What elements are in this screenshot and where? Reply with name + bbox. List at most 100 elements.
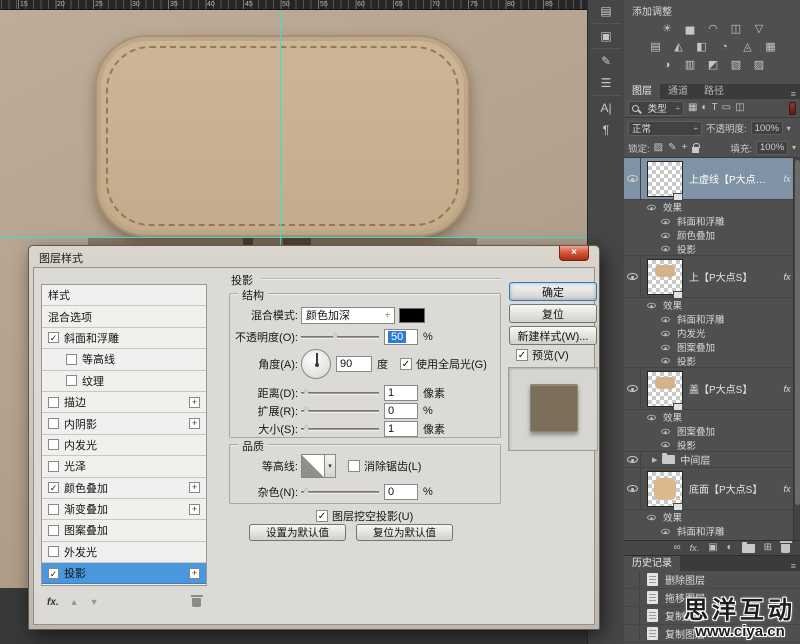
add-instance-icon[interactable]: +: [189, 418, 200, 429]
effect-row[interactable]: 图案叠加: [624, 424, 800, 438]
paragraph-panel-icon[interactable]: ¶: [588, 119, 624, 141]
checkbox[interactable]: [66, 375, 77, 386]
checkbox-checked[interactable]: ✓: [48, 482, 59, 493]
reset-button[interactable]: 复位: [509, 304, 597, 323]
checkbox[interactable]: [48, 461, 59, 472]
filter-type-layers-icon[interactable]: T: [712, 102, 718, 114]
eye-icon[interactable]: [627, 485, 638, 492]
new-style-button[interactable]: 新建样式(W)...: [509, 326, 597, 345]
delete-layer-icon[interactable]: [781, 544, 790, 553]
eye-icon[interactable]: [661, 528, 670, 533]
layer-name[interactable]: 盖【P大点S】: [689, 381, 781, 396]
antialias-checkbox[interactable]: [348, 460, 360, 472]
effect-row[interactable]: 投影: [624, 438, 800, 452]
make-default-button[interactable]: 设置为默认值: [249, 524, 346, 541]
link-layers-icon[interactable]: ∞: [673, 542, 680, 554]
styles-item-inner-glow[interactable]: 内发光: [42, 435, 206, 456]
effect-row[interactable]: 图案叠加: [624, 340, 800, 354]
eye-icon[interactable]: [627, 175, 638, 182]
styles-item-outer-glow[interactable]: 外发光: [42, 542, 206, 563]
black-white-icon[interactable]: ◧: [695, 41, 708, 54]
color-lookup-icon[interactable]: ▦: [764, 41, 777, 54]
eye-icon[interactable]: [627, 385, 638, 392]
visibility-cell[interactable]: [624, 368, 641, 409]
eye-icon[interactable]: [661, 218, 670, 223]
checkbox-checked[interactable]: ✓: [48, 568, 59, 579]
gradient-map-icon[interactable]: ▧: [730, 59, 743, 72]
layer-group-row[interactable]: ▶ 中间层: [624, 452, 800, 468]
dropdown-arrow-icon[interactable]: ▾: [792, 143, 796, 152]
properties-panel-icon[interactable]: ▣: [588, 25, 624, 47]
new-adjustment-layer-icon[interactable]: ◐: [727, 542, 733, 554]
noise-field[interactable]: 0: [384, 484, 418, 500]
horizontal-guide[interactable]: [0, 237, 587, 238]
effects-header-row[interactable]: 效果: [624, 298, 800, 312]
slider-thumb[interactable]: ▲: [302, 386, 311, 396]
checkbox[interactable]: [66, 354, 77, 365]
add-instance-icon[interactable]: +: [189, 482, 200, 493]
selective-color-icon[interactable]: ▨: [753, 59, 766, 72]
history-source-cell[interactable]: [624, 607, 640, 624]
styles-item-drop-shadow[interactable]: ✓投影+: [42, 563, 206, 584]
eye-icon[interactable]: [661, 330, 670, 335]
move-up-icon[interactable]: ▲: [70, 597, 79, 607]
brush-panel-icon[interactable]: ✎: [588, 50, 624, 72]
expand-group-icon[interactable]: ▶: [652, 456, 657, 464]
new-group-icon[interactable]: [742, 544, 755, 553]
shadow-angle-field[interactable]: 90: [336, 356, 372, 372]
tab-channels[interactable]: 通道: [660, 84, 696, 99]
levels-icon[interactable]: ▅: [684, 23, 697, 36]
eye-icon[interactable]: [661, 358, 670, 363]
effect-row[interactable]: 斜面和浮雕: [624, 524, 800, 538]
channel-mixer-icon[interactable]: ◬: [741, 41, 754, 54]
checkbox[interactable]: [48, 418, 59, 429]
character-panel-icon[interactable]: A|: [588, 97, 624, 119]
checkbox[interactable]: [48, 525, 59, 536]
visibility-cell[interactable]: [624, 468, 641, 509]
history-source-cell[interactable]: [624, 625, 640, 642]
brush-presets-panel-icon[interactable]: ☰: [588, 72, 624, 94]
panel-dock-icon[interactable]: ▤: [588, 0, 624, 22]
eye-icon[interactable]: [661, 316, 670, 321]
history-item[interactable]: 删除图层: [624, 571, 800, 589]
layer-name[interactable]: 上【P大点S】: [689, 269, 781, 284]
styles-item-stroke[interactable]: 描边+: [42, 392, 206, 413]
posterize-icon[interactable]: ▥: [684, 59, 697, 72]
eye-icon[interactable]: [647, 414, 656, 419]
move-down-icon[interactable]: ▼: [90, 597, 99, 607]
lock-position-icon[interactable]: +: [681, 142, 687, 154]
distance-slider[interactable]: ▲: [301, 387, 379, 399]
eye-icon[interactable]: [647, 204, 656, 209]
lock-all-icon[interactable]: [692, 147, 699, 153]
layer-thumbnail[interactable]: [647, 471, 683, 507]
eye-icon[interactable]: [661, 428, 670, 433]
brightness-contrast-icon[interactable]: ☀: [661, 23, 674, 36]
effect-row[interactable]: 投影: [624, 354, 800, 368]
eye-icon[interactable]: [627, 456, 638, 463]
styles-item-inner-shadow[interactable]: 内阴影+: [42, 413, 206, 434]
scrollbar-thumb[interactable]: [795, 160, 800, 505]
shadow-blend-mode-dropdown[interactable]: 颜色加深 ÷: [301, 307, 395, 324]
delete-style-icon[interactable]: [192, 598, 201, 607]
layer-row-top-dashed[interactable]: 上虚线【P大点… fx ▴: [624, 158, 800, 200]
ok-button[interactable]: 确定: [509, 282, 597, 301]
layer-name[interactable]: 上虚线【P大点…: [689, 171, 781, 186]
slider-thumb[interactable]: ▲: [302, 485, 311, 495]
contour-dropdown-icon[interactable]: ▾: [325, 454, 336, 478]
filter-kind-dropdown[interactable]: 类型 ÷: [628, 101, 684, 116]
eye-icon[interactable]: [627, 273, 638, 280]
tab-paths[interactable]: 路径: [696, 84, 732, 99]
layer-thumbnail[interactable]: [647, 371, 683, 407]
styles-item-styles[interactable]: 样式: [42, 285, 206, 306]
layer-thumbnail[interactable]: [647, 161, 683, 197]
shadow-size-field[interactable]: 1: [384, 421, 418, 437]
lock-transparency-icon[interactable]: ▨: [654, 142, 663, 154]
visibility-cell[interactable]: [624, 256, 641, 297]
layer-row-cover[interactable]: 盖【P大点S】 fx ▴: [624, 368, 800, 410]
checkbox-checked[interactable]: ✓: [48, 332, 59, 343]
group-name[interactable]: 中间层: [680, 452, 710, 467]
opacity-slider[interactable]: ▲: [301, 331, 379, 343]
add-instance-icon[interactable]: +: [189, 397, 200, 408]
eye-icon[interactable]: [661, 344, 670, 349]
noise-slider[interactable]: ▲: [301, 486, 379, 498]
